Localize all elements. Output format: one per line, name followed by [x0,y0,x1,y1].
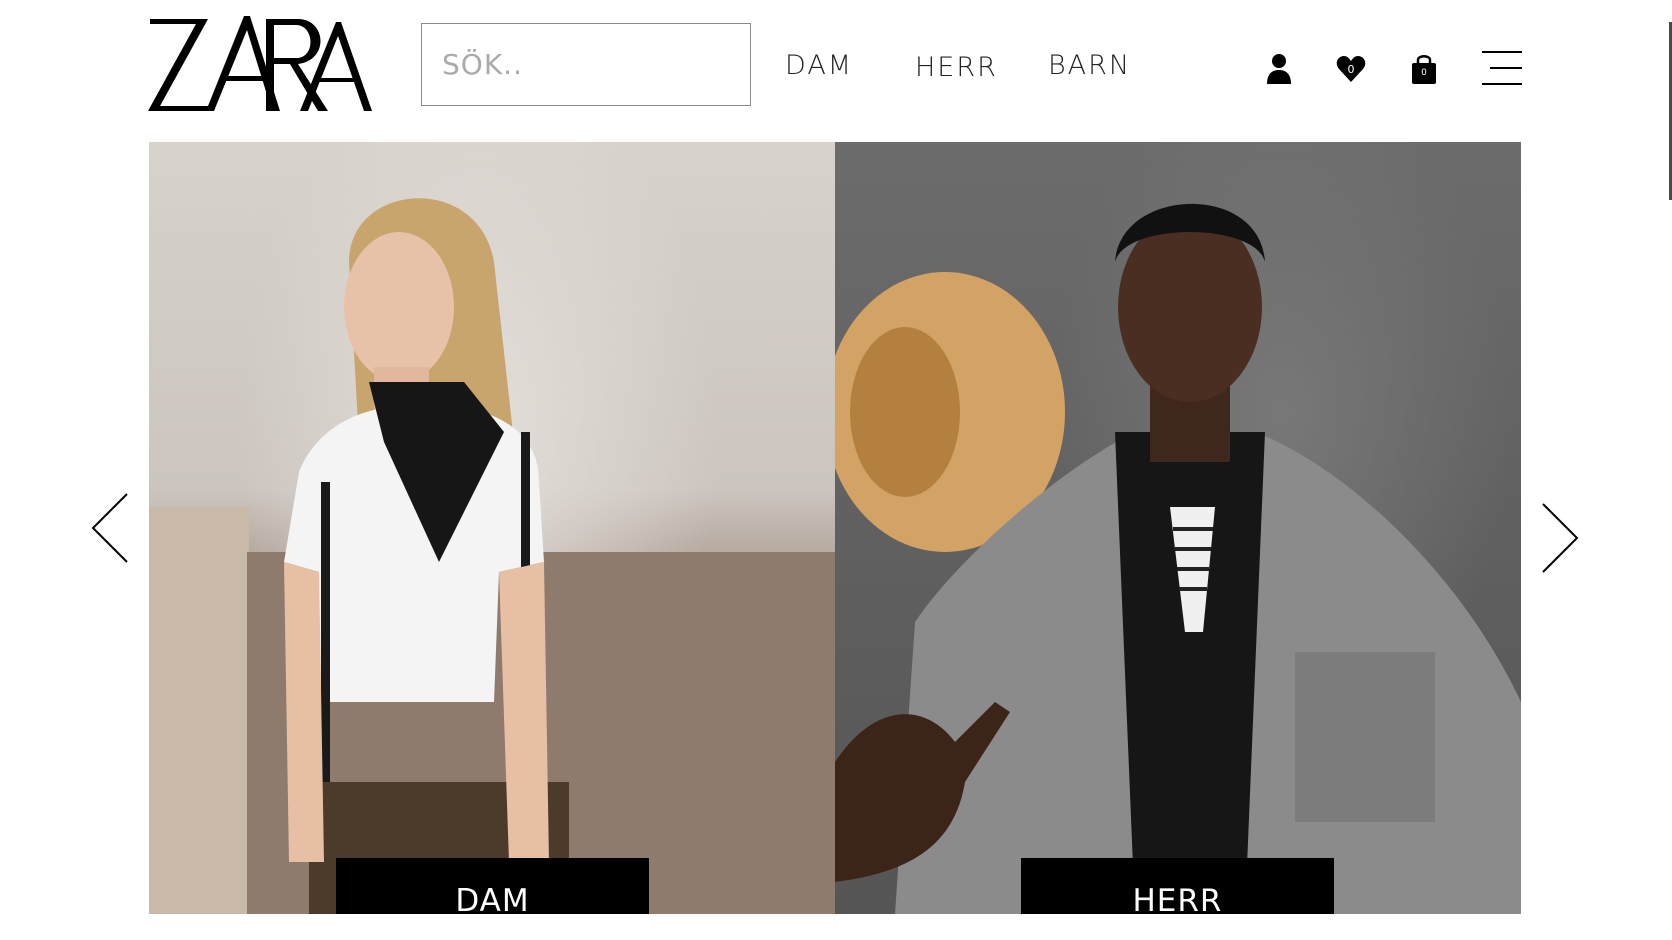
search-input[interactable] [421,23,751,106]
nav-link-dam[interactable]: DAM [785,50,853,81]
nav-link-barn[interactable]: BARN [1048,50,1131,81]
cart-button[interactable]: 0 [1411,53,1437,85]
chevron-left-icon[interactable] [90,492,130,568]
wishlist-count: 0 [1347,63,1355,76]
carousel-panel-dam[interactable]: DAM [149,142,835,914]
user-icon[interactable] [1266,53,1292,89]
chevron-right-icon[interactable] [1540,502,1580,578]
wishlist-button[interactable]: 0 [1336,55,1366,83]
carousel-panel-herr[interactable]: HERR [835,142,1521,914]
hamburger-menu-icon[interactable] [1482,50,1522,90]
women-model-image [149,198,835,914]
zara-logo-mark [148,16,372,111]
zara-logo[interactable] [148,16,372,112]
category-button-dam[interactable]: DAM [336,858,649,914]
men-model-image [835,203,1521,914]
nav-link-herr[interactable]: HERR [915,52,998,83]
category-button-herr[interactable]: HERR [1021,858,1334,914]
cart-count: 0 [1421,68,1427,78]
